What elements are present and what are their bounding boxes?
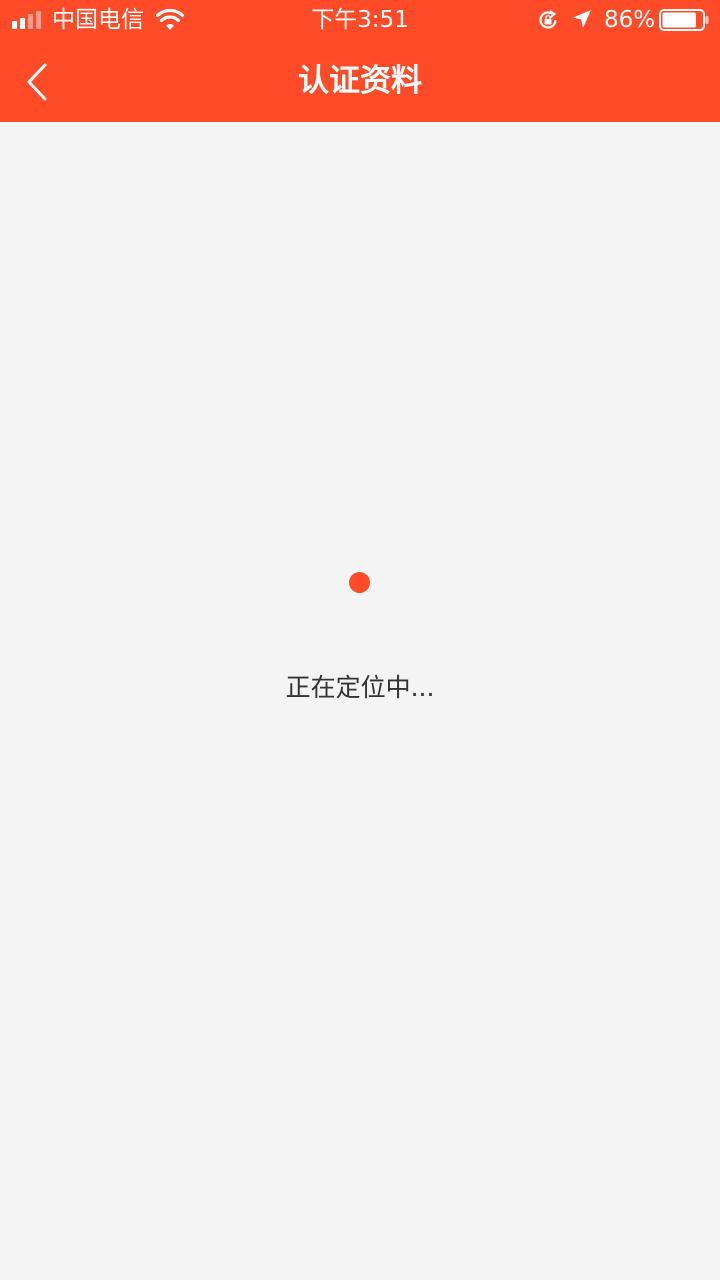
battery-icon (659, 9, 709, 31)
location-arrow-icon (573, 10, 591, 28)
page-title: 认证资料 (298, 63, 422, 99)
nav-bar: 认证资料 (0, 40, 720, 122)
rotation-lock-icon (539, 10, 557, 29)
header: 中国电信 下午3:51 86% 认证资料 (0, 0, 720, 122)
loading-indicator (349, 572, 370, 593)
loading-text: 正在定位中... (285, 673, 435, 702)
status-bar: 中国电信 下午3:51 86% (0, 0, 720, 40)
battery-percent: 86% (604, 7, 656, 33)
main-content: 正在定位中... (0, 122, 720, 1280)
